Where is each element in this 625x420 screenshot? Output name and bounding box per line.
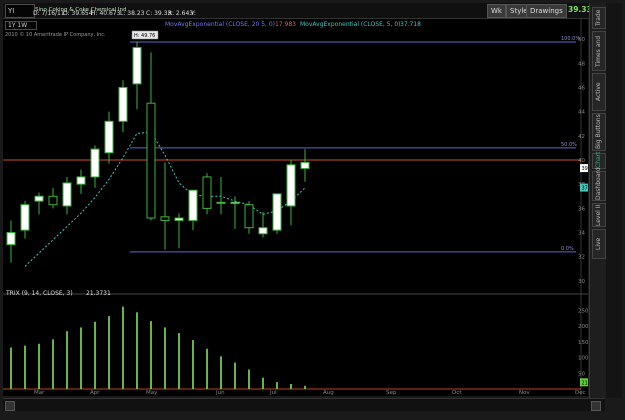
time-scrollbar[interactable] xyxy=(3,398,605,411)
candle-body[interactable] xyxy=(230,201,240,205)
study-ema-short-value: 37.718 xyxy=(400,21,421,28)
study-ema-long-value: 17.983 xyxy=(275,21,296,28)
open-value: O: 39.654 xyxy=(63,10,93,17)
candle-body[interactable] xyxy=(6,232,16,246)
time-axis-label: Nov xyxy=(519,390,530,396)
trix-tick-label: 150 xyxy=(578,340,588,346)
chart-svg[interactable]: 5048464442403836343230100.0%50.0%0.0%H: … xyxy=(3,19,588,396)
time-axis-label: Dec xyxy=(575,390,586,396)
candle-body[interactable] xyxy=(34,195,44,202)
study-ema-short[interactable]: MovAvgExponential (CLOSE, 5, 0) xyxy=(300,21,401,28)
time-axis-label: Mar xyxy=(34,390,45,396)
candle-body[interactable] xyxy=(174,217,184,221)
price-tick-label: 42 xyxy=(578,134,585,140)
candle-body[interactable] xyxy=(104,120,114,154)
right-tab-live-news[interactable]: Live News xyxy=(592,229,613,259)
y-label: Y: xyxy=(191,10,196,17)
candle-body[interactable] xyxy=(300,161,310,169)
price-tick-label: 30 xyxy=(578,279,585,285)
time-axis-label: Oct xyxy=(452,390,462,396)
scroll-right-button[interactable] xyxy=(591,401,601,411)
right-tab-trade[interactable]: Trade xyxy=(592,7,606,29)
trix-tick-label: 250 xyxy=(578,308,588,314)
price-tick-label: 44 xyxy=(578,110,585,116)
price-tick-label: 40 xyxy=(578,158,585,164)
ohlc-row: D: 7/16/11 O: 39.654 H: 40.673 L: 38.23 … xyxy=(3,10,483,19)
wk-button[interactable]: Wk xyxy=(487,4,506,18)
trix-study-label[interactable]: TRIX (9, 14, CLOSE, 3) xyxy=(6,290,73,297)
right-tab-big-buttons[interactable]: Big Buttons xyxy=(592,113,606,151)
scroll-left-button[interactable] xyxy=(5,401,15,411)
trix-tick-label: 100 xyxy=(578,356,588,362)
candle-body[interactable] xyxy=(62,182,72,207)
candle-body[interactable] xyxy=(244,204,254,229)
vertical-scrollbar[interactable] xyxy=(606,3,622,398)
trix-study-value: 21.3731 xyxy=(86,290,111,297)
time-axis-label: Jul xyxy=(269,390,277,396)
right-tab-level-ii[interactable]: Level II xyxy=(592,203,606,227)
price-tick-label: 36 xyxy=(578,206,585,212)
trix-value-tag: 21.372 xyxy=(582,380,589,386)
candle-body[interactable] xyxy=(216,201,226,204)
right-sidebar-tabs: Trade Times and SalesActive Trader Big But… xyxy=(589,3,613,398)
drawings-button[interactable]: Drawings xyxy=(526,4,567,18)
candle-body[interactable] xyxy=(146,102,156,219)
time-axis-label: May xyxy=(146,390,158,396)
price-tick-label: 48 xyxy=(578,61,585,67)
candle-body[interactable] xyxy=(132,47,142,85)
study-ema-long[interactable]: MovAvgExponential (CLOSE, 20 5, 0) xyxy=(165,21,275,28)
chart-area[interactable]: 5048464442403836343230100.0%50.0%0.0%H: … xyxy=(3,19,588,396)
time-axis-label: Aug xyxy=(323,390,334,396)
high-marker-label: H: 49.76 xyxy=(134,33,155,39)
date-value: D: 7/16/11 xyxy=(33,10,65,17)
fib-level-label: 100.0% xyxy=(561,36,580,42)
time-axis-label: Sep xyxy=(386,390,397,396)
high-value: H: 40.673 xyxy=(91,10,121,17)
fib-level-label: 50.0% xyxy=(561,142,577,148)
candle-body[interactable] xyxy=(20,204,30,231)
low-value: L: 38.23 xyxy=(120,10,145,17)
current-price-tag: 39.33 xyxy=(582,166,589,172)
trix-tick-label: 50 xyxy=(578,371,585,377)
ma-price-tag: 37.718 xyxy=(582,186,589,192)
price-tick-label: 34 xyxy=(578,231,585,237)
candle-body[interactable] xyxy=(202,176,212,209)
fib-level-label: 0.0% xyxy=(561,246,574,252)
right-tab-times-and-sales[interactable]: Times and Sales xyxy=(592,31,613,71)
candle-body[interactable] xyxy=(272,193,282,231)
candle-body[interactable] xyxy=(188,189,198,221)
copyright-text: 2010 © 10 Ameritrade IP Company, Inc. xyxy=(5,32,106,38)
candle-body[interactable] xyxy=(48,195,58,206)
trix-tick-label: 200 xyxy=(578,324,588,330)
candle-body[interactable] xyxy=(258,227,268,235)
candle-body[interactable] xyxy=(76,176,86,185)
candle-body[interactable] xyxy=(286,164,296,207)
period-selector[interactable]: 1Y 1W xyxy=(5,21,37,30)
range-value: R: 2.643 xyxy=(168,10,194,17)
price-tick-label: 46 xyxy=(578,85,585,91)
candle-body[interactable] xyxy=(118,86,128,122)
price-tick-label: 32 xyxy=(578,255,585,261)
time-axis-label: Apr xyxy=(90,390,100,396)
right-tab-dashboard[interactable]: Dashboard xyxy=(592,167,606,201)
time-axis-label: Jun xyxy=(215,390,225,396)
candle-body[interactable] xyxy=(90,148,100,178)
right-tab-active-trader[interactable]: Active Trader xyxy=(592,73,613,111)
candle-body[interactable] xyxy=(160,216,170,221)
